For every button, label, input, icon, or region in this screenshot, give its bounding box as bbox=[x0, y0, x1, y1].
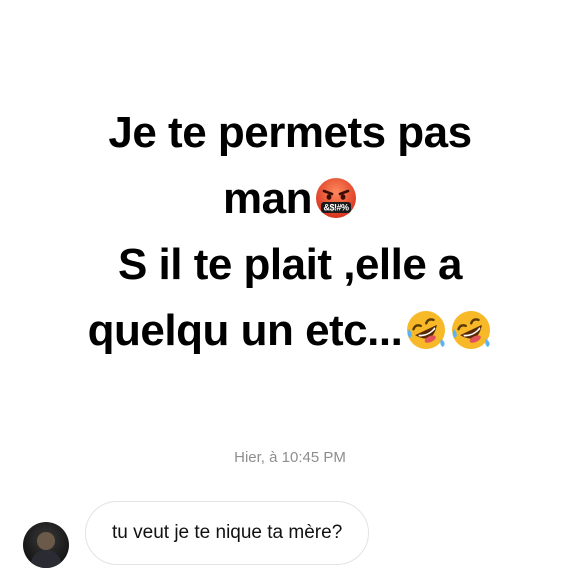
avatar-head bbox=[37, 532, 55, 550]
story-line-4-text: quelqu un etc... bbox=[87, 306, 403, 355]
message-timestamp: Hier, à 10:45 PM bbox=[234, 449, 346, 466]
story-line-3: S il te plait ,elle a bbox=[117, 240, 463, 289]
rolling-on-floor-laughing-icon bbox=[405, 309, 447, 351]
story-line-1: Je te permets pas bbox=[108, 108, 472, 157]
story-text: Je te permets pas man &$!#% S il te plai… bbox=[0, 100, 580, 364]
story-line-4: quelqu un etc... bbox=[0, 298, 580, 364]
story-line-2: man &$!#% bbox=[0, 166, 580, 232]
cursing-face-icon: &$!#% bbox=[315, 177, 357, 219]
avatar[interactable] bbox=[23, 522, 69, 568]
rolling-on-floor-laughing-icon-2 bbox=[450, 309, 492, 351]
message-bubble[interactable]: tu veut je te nique ta mère? bbox=[85, 501, 370, 565]
cursing-symbols: &$!#% bbox=[323, 203, 349, 213]
story-line-2-text: man bbox=[223, 174, 312, 223]
avatar-body bbox=[31, 550, 61, 568]
